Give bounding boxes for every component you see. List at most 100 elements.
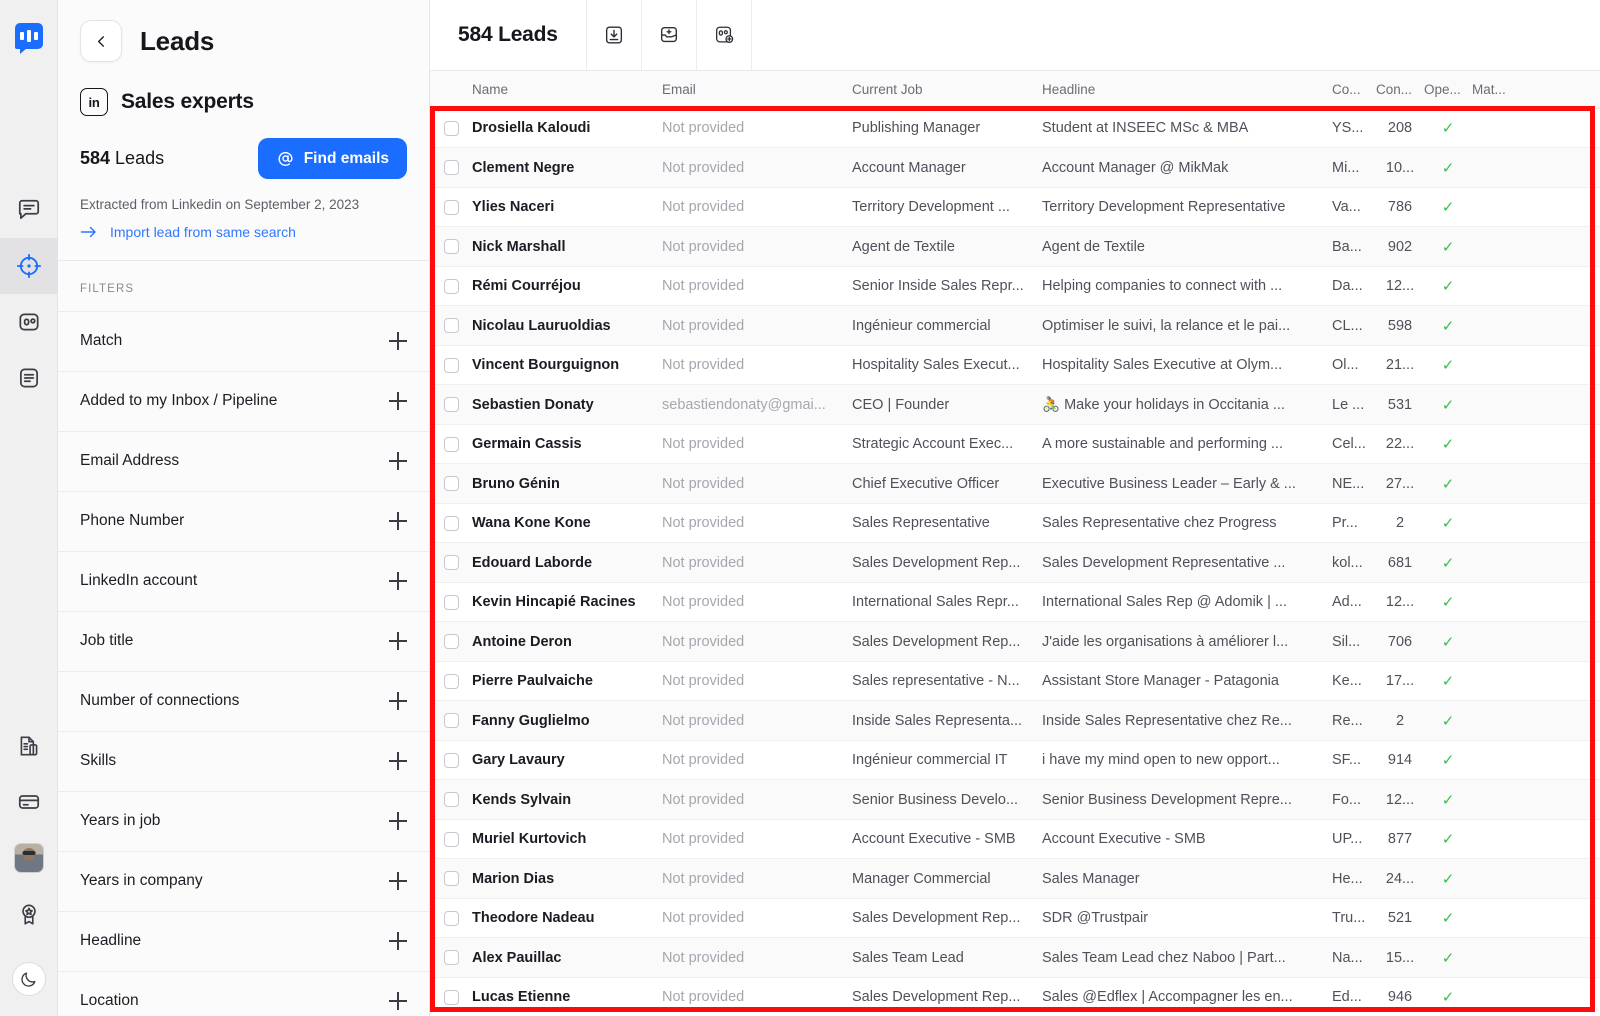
chat-icon[interactable] xyxy=(0,182,58,238)
export-button[interactable] xyxy=(587,0,642,70)
table-row[interactable]: Theodore Nadeau Not provided Sales Develop… xyxy=(430,898,1600,939)
table-row[interactable]: Nick Marshall Not provided Agent de Textil… xyxy=(430,227,1600,267)
list-icon[interactable] xyxy=(0,350,58,406)
filter-item[interactable]: Location xyxy=(58,970,429,1016)
row-checkbox[interactable] xyxy=(443,752,459,768)
plus-icon[interactable] xyxy=(389,632,407,651)
row-select-cell[interactable] xyxy=(430,871,472,887)
table-row[interactable]: Antoine Deron Not provided Sales Developme… xyxy=(430,622,1600,662)
row-checkbox[interactable] xyxy=(443,199,459,215)
row-checkbox[interactable] xyxy=(443,239,459,255)
filter-item[interactable]: Headline xyxy=(58,910,429,971)
plus-icon[interactable] xyxy=(389,692,407,711)
row-select-cell[interactable] xyxy=(430,278,472,294)
table-row[interactable]: Gary Lavaury Not provided Ingénieur commer… xyxy=(430,740,1600,781)
row-checkbox[interactable] xyxy=(443,871,459,887)
column-header-current-job[interactable]: Current Job xyxy=(852,82,1042,97)
import-lead-link[interactable]: Import lead from same search xyxy=(110,224,296,240)
row-select-cell[interactable] xyxy=(430,120,472,136)
row-checkbox[interactable] xyxy=(443,357,459,373)
row-select-cell[interactable] xyxy=(430,239,472,255)
row-checkbox[interactable] xyxy=(443,555,459,571)
row-checkbox[interactable] xyxy=(443,792,459,808)
row-select-cell[interactable] xyxy=(430,950,472,966)
row-select-cell[interactable] xyxy=(430,476,472,492)
table-row[interactable]: Sebastien Donaty sebastiendonaty@gmai... C… xyxy=(430,385,1600,425)
row-checkbox[interactable] xyxy=(443,634,459,650)
badge-star-icon[interactable] xyxy=(0,886,58,942)
filter-item[interactable]: LinkedIn account xyxy=(58,550,429,611)
row-checkbox[interactable] xyxy=(443,673,459,689)
row-select-cell[interactable] xyxy=(430,160,472,176)
row-checkbox[interactable] xyxy=(443,910,459,926)
table-row[interactable]: Alex Pauillac Not provided Sales Team Lead… xyxy=(430,938,1600,978)
row-checkbox[interactable] xyxy=(443,318,459,334)
row-select-cell[interactable] xyxy=(430,792,472,808)
row-select-cell[interactable] xyxy=(430,989,472,1005)
row-checkbox[interactable] xyxy=(443,713,459,729)
column-header-match[interactable]: Mat... xyxy=(1472,82,1520,97)
plus-icon[interactable] xyxy=(389,812,407,831)
plus-icon[interactable] xyxy=(389,992,407,1011)
column-header-email[interactable]: Email xyxy=(662,82,852,97)
table-row[interactable]: Lucas Etienne Not provided Sales Developme… xyxy=(430,977,1600,1016)
row-select-cell[interactable] xyxy=(430,555,472,571)
avatar[interactable] xyxy=(0,830,58,886)
contacts-icon[interactable] xyxy=(0,294,58,350)
filter-item[interactable]: Years in job xyxy=(58,790,429,851)
row-checkbox[interactable] xyxy=(443,831,459,847)
table-row[interactable]: Edouard Laborde Not provided Sales Develop… xyxy=(430,543,1600,583)
column-header-open[interactable]: Ope... xyxy=(1424,82,1472,97)
table-row[interactable]: Kends Sylvain Not provided Senior Business… xyxy=(430,780,1600,820)
row-checkbox[interactable] xyxy=(443,278,459,294)
row-checkbox[interactable] xyxy=(443,950,459,966)
row-checkbox[interactable] xyxy=(443,594,459,610)
row-select-cell[interactable] xyxy=(430,634,472,650)
filter-item[interactable]: Email Address xyxy=(58,430,429,491)
table-row[interactable]: Muriel Kurtovich Not provided Account Exec… xyxy=(430,819,1600,860)
row-select-cell[interactable] xyxy=(430,515,472,531)
filter-item[interactable]: Added to my Inbox / Pipeline xyxy=(58,370,429,431)
table-row[interactable]: Marion Dias Not provided Manager Commercia… xyxy=(430,859,1600,899)
table-row[interactable]: Pierre Paulvaiche Not provided Sales repre… xyxy=(430,661,1600,702)
table-row[interactable]: Clement Negre Not provided Account Manager… xyxy=(430,148,1600,188)
plus-icon[interactable] xyxy=(389,752,407,771)
row-checkbox[interactable] xyxy=(443,160,459,176)
plus-icon[interactable] xyxy=(389,512,407,531)
column-header-name[interactable]: Name xyxy=(472,82,662,97)
table-row[interactable]: Wana Kone Kone Not provided Sales Represen… xyxy=(430,503,1600,544)
credit-card-icon[interactable] xyxy=(0,774,58,830)
filter-item[interactable]: Number of connections xyxy=(58,670,429,731)
plus-icon[interactable] xyxy=(389,452,407,471)
theme-toggle[interactable] xyxy=(0,942,58,1016)
row-select-cell[interactable] xyxy=(430,594,472,610)
back-button[interactable] xyxy=(80,20,122,62)
row-select-cell[interactable] xyxy=(430,318,472,334)
column-header-headline[interactable]: Headline xyxy=(1042,82,1332,97)
import-row[interactable]: Import lead from same search xyxy=(80,224,407,260)
table-row[interactable]: Nicolau Lauruoldias Not provided Ingénieur… xyxy=(430,306,1600,346)
column-header-company[interactable]: Co... xyxy=(1332,82,1376,97)
table-row[interactable]: Fanny Guglielmo Not provided Inside Sales … xyxy=(430,701,1600,741)
table-row[interactable]: Kevin Hincapié Racines Not provided Intern… xyxy=(430,582,1600,623)
add-contact-button[interactable] xyxy=(697,0,752,70)
table-row[interactable]: Rémi Courréjou Not provided Senior Inside … xyxy=(430,266,1600,307)
row-checkbox[interactable] xyxy=(443,120,459,136)
filter-item[interactable]: Years in company xyxy=(58,850,429,911)
row-select-cell[interactable] xyxy=(430,752,472,768)
row-checkbox[interactable] xyxy=(443,989,459,1005)
table-row[interactable]: Vincent Bourguignon Not provided Hospitali… xyxy=(430,345,1600,386)
row-select-cell[interactable] xyxy=(430,199,472,215)
plus-icon[interactable] xyxy=(389,572,407,591)
row-select-cell[interactable] xyxy=(430,357,472,373)
document-icon[interactable] xyxy=(0,718,58,774)
table-row[interactable]: Ylies Naceri Not provided Territory Develo… xyxy=(430,187,1600,228)
column-header-connections[interactable]: Con... xyxy=(1376,82,1424,97)
row-checkbox[interactable] xyxy=(443,397,459,413)
row-checkbox[interactable] xyxy=(443,476,459,492)
filter-item[interactable]: Match xyxy=(58,310,429,371)
app-logo[interactable] xyxy=(0,0,58,72)
row-select-cell[interactable] xyxy=(430,831,472,847)
filter-item[interactable]: Skills xyxy=(58,730,429,791)
filter-item[interactable]: Phone Number xyxy=(58,490,429,551)
